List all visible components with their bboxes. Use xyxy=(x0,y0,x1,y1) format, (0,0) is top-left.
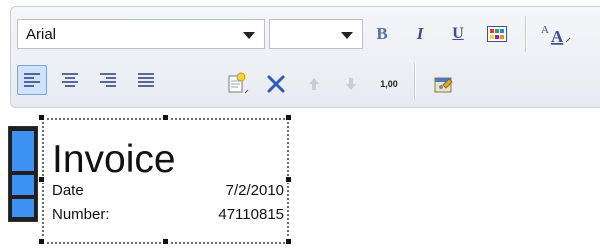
resize-handle-top-right[interactable] xyxy=(285,114,292,121)
align-left-button[interactable] xyxy=(17,65,47,95)
italic-button[interactable]: I xyxy=(405,19,435,49)
font-size-select[interactable] xyxy=(269,19,363,49)
bold-button[interactable]: B xyxy=(367,19,397,49)
move-up-button[interactable] xyxy=(299,69,329,99)
toolbar-row-2: 1,00 xyxy=(11,57,600,101)
color-grid-button[interactable] xyxy=(482,19,512,49)
align-left-icon xyxy=(24,73,40,87)
align-right-button[interactable] xyxy=(93,65,123,95)
number-format-button[interactable]: 1,00 xyxy=(374,69,404,99)
color-grid-icon xyxy=(487,26,507,42)
resize-handle-top-left[interactable] xyxy=(38,114,45,121)
date-label: Date xyxy=(52,182,84,199)
invoice-text-box[interactable]: Invoice Date 7/2/2010 Number: 47110815 xyxy=(42,118,289,244)
resize-handle-left[interactable] xyxy=(38,176,45,183)
chevron-down-icon[interactable] xyxy=(243,32,255,39)
resize-handle-right[interactable] xyxy=(285,176,292,183)
resize-handle-bottom[interactable] xyxy=(162,238,169,245)
item-actions-group: 1,00 xyxy=(209,61,559,101)
bold-icon: B xyxy=(376,24,388,43)
svg-text:A: A xyxy=(541,24,549,36)
toolbar-separator xyxy=(414,63,415,99)
properties-button[interactable] xyxy=(429,69,459,99)
align-right-icon xyxy=(100,73,116,87)
section-block[interactable] xyxy=(12,199,34,217)
number-label: Number: xyxy=(52,206,110,223)
justify-button[interactable] xyxy=(131,65,161,95)
number-format-label: 1,00 xyxy=(380,79,398,89)
font-color-button[interactable]: A A xyxy=(536,19,576,49)
toolbar-row-1: Arial B I U A A xyxy=(11,11,600,55)
arrow-down-icon xyxy=(346,78,356,90)
underline-icon: U xyxy=(452,25,464,42)
new-item-icon xyxy=(228,72,249,94)
properties-icon xyxy=(434,77,453,93)
section-strip[interactable] xyxy=(8,126,38,222)
formatting-toolbar: Arial B I U A A 1,00 xyxy=(10,6,600,108)
date-value: 7/2/2010 xyxy=(225,182,284,199)
number-value: 47110815 xyxy=(218,206,284,223)
invoice-title: Invoice xyxy=(52,138,176,181)
svg-text:A: A xyxy=(551,27,564,46)
underline-button[interactable]: U xyxy=(443,19,473,49)
resize-handle-bottom-right[interactable] xyxy=(285,238,292,245)
resize-handle-bottom-left[interactable] xyxy=(38,238,45,245)
font-family-value: Arial xyxy=(26,26,57,43)
delete-x-icon xyxy=(267,75,285,93)
section-block[interactable] xyxy=(12,175,34,195)
font-family-select[interactable]: Arial xyxy=(17,19,265,49)
italic-icon: I xyxy=(416,24,424,43)
justify-icon xyxy=(138,73,154,87)
arrow-up-icon xyxy=(309,78,319,90)
new-item-button[interactable] xyxy=(223,69,253,99)
resize-handle-top[interactable] xyxy=(162,114,169,121)
align-center-button[interactable] xyxy=(55,65,85,95)
align-center-icon xyxy=(62,73,78,87)
section-block[interactable] xyxy=(12,131,34,171)
move-down-button[interactable] xyxy=(336,69,366,99)
delete-button[interactable] xyxy=(261,69,291,99)
chevron-down-icon[interactable] xyxy=(341,32,353,39)
a-font-icon: A A xyxy=(541,24,571,46)
toolbar-separator xyxy=(525,16,526,52)
